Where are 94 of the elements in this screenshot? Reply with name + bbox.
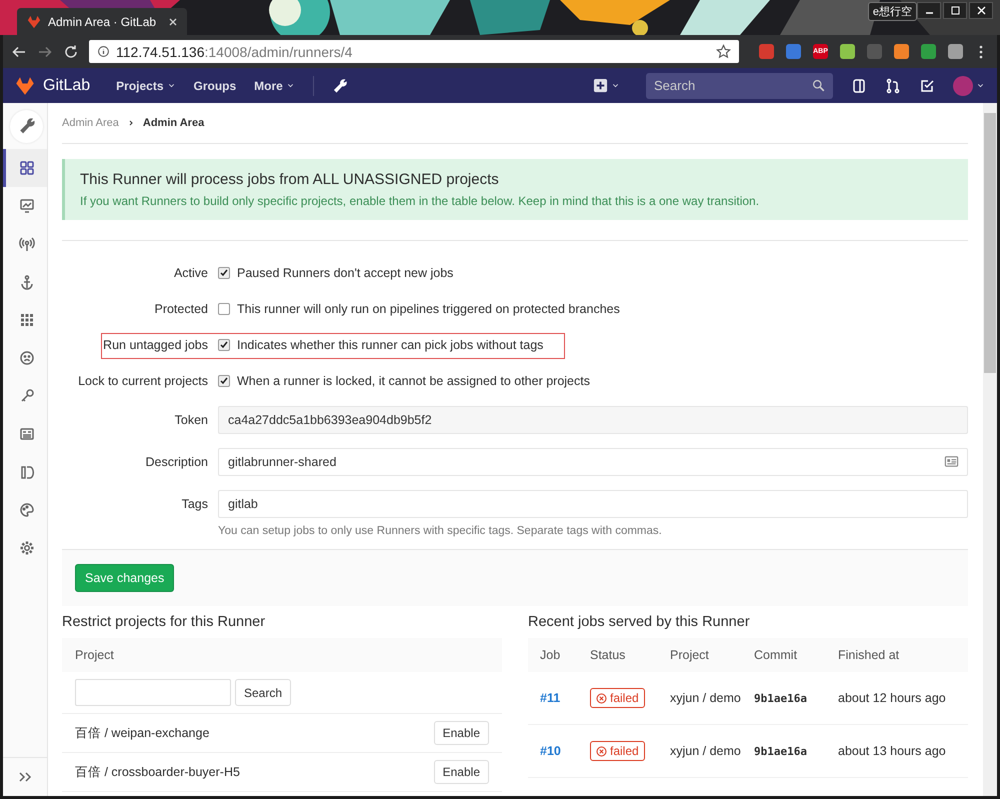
table-cell-text: xyjun / demo <box>669 744 742 758</box>
search-field[interactable]: Search <box>646 72 833 98</box>
setting-description: Indicates whether this runner can pick jobs without tags <box>237 338 544 352</box>
alert-title: This Runner will process jobs from ALL UNASSIGNED projects <box>80 171 500 188</box>
extension-icon[interactable] <box>921 44 936 59</box>
extension-icon[interactable] <box>786 44 801 59</box>
nav-link[interactable]: Projects <box>116 78 176 92</box>
merge-request-icon[interactable] <box>885 78 901 94</box>
info-icon[interactable] <box>97 45 110 58</box>
column-header: Commit <box>753 648 798 662</box>
enable-button[interactable]: Enable <box>434 760 489 784</box>
nav-link[interactable]: More <box>254 78 295 92</box>
avatar <box>953 76 973 96</box>
extension-icon[interactable] <box>948 44 963 59</box>
chevron-icon[interactable] <box>126 119 135 127</box>
checkbox[interactable] <box>218 267 230 279</box>
id-card-icon[interactable] <box>944 454 959 469</box>
setting-label: Run untagged jobs <box>103 338 208 352</box>
maximize-icon[interactable] <box>943 2 967 19</box>
cross-circle-icon[interactable] <box>596 746 607 756</box>
commit-hash: 9b1ae16a <box>753 744 808 758</box>
new-menu[interactable] <box>593 78 620 93</box>
monitor-icon[interactable] <box>18 198 34 214</box>
text-field[interactable]: gitlab <box>218 490 968 518</box>
column-header: Project <box>75 648 114 662</box>
search-icon[interactable] <box>812 78 825 92</box>
sad-face-icon[interactable] <box>18 350 34 366</box>
text-field[interactable]: ca4a27ddc5a1bb6393ea904db9b5f2 <box>218 406 968 434</box>
reload-icon[interactable] <box>63 44 79 60</box>
browser-tab[interactable]: Admin Area · GitLab <box>17 8 187 35</box>
extension-icon[interactable] <box>759 44 774 59</box>
sidebar-item[interactable] <box>3 149 47 187</box>
card-icon[interactable] <box>18 426 34 442</box>
antenna-icon[interactable] <box>18 236 34 252</box>
column-header: Project <box>669 648 710 662</box>
section-title: Recent jobs served by this Runner <box>528 614 751 630</box>
checkbox[interactable] <box>218 375 230 387</box>
field-label: Tags <box>180 496 208 513</box>
breadcrumb[interactable]: Admin Area <box>62 117 119 129</box>
extension-icon[interactable] <box>894 44 909 59</box>
job-link[interactable]: #10 <box>528 744 578 758</box>
table-cell-text: about 12 hours ago <box>837 691 947 705</box>
gear-icon[interactable] <box>18 540 34 556</box>
setting-label: Lock to current projects <box>78 374 208 388</box>
address-bar[interactable]: 112.74.51.136:14008/admin/runners/4 <box>89 40 739 63</box>
key-icon[interactable] <box>18 388 34 404</box>
table-cell-text: about 13 hours ago <box>837 744 947 758</box>
status-badge[interactable]: failed <box>590 741 645 761</box>
cross-circle-icon[interactable] <box>596 692 607 704</box>
star-icon[interactable] <box>716 44 731 59</box>
help-text: You can setup jobs to only use Runners with specific tags. Separate tags with commas. <box>218 525 663 537</box>
todo-check-icon[interactable] <box>919 78 935 94</box>
wrench-icon[interactable] <box>18 117 36 135</box>
fox-icon[interactable] <box>27 14 41 28</box>
plus-square-icon[interactable] <box>593 78 608 93</box>
desktop-label: e想行空 <box>868 2 917 21</box>
setting-description: Paused Runners don't accept new jobs <box>237 266 454 280</box>
text-field[interactable]: gitlabrunner-shared <box>218 448 968 476</box>
setting-description: When a runner is locked, it cannot be assigned to other projects <box>237 374 590 388</box>
column-header: Status <box>589 648 626 662</box>
wrench-icon[interactable] <box>332 78 348 94</box>
field-label: Token <box>174 412 208 429</box>
scrollbar[interactable] <box>983 103 997 796</box>
close-icon[interactable] <box>969 2 993 19</box>
breadcrumb[interactable]: Admin Area <box>142 117 204 129</box>
setting-label: Active <box>174 266 208 280</box>
sidebar-toggle-icon[interactable] <box>851 78 867 94</box>
fox-icon[interactable] <box>15 76 35 96</box>
field-label: Description <box>144 454 208 471</box>
search-button[interactable]: Search <box>235 679 292 706</box>
job-link[interactable]: #11 <box>528 691 578 705</box>
checkbox[interactable] <box>218 339 230 351</box>
search-field[interactable] <box>75 679 231 706</box>
column-header: Finished at <box>837 648 900 662</box>
alert-text: If you want Runners to build only specific projects, enable them in the table below. Keep in mind that this is a one way transition. <box>80 194 760 208</box>
table-cell-text: xyjun / demo <box>669 691 742 705</box>
brand-logo[interactable]: GitLab <box>15 76 90 96</box>
palette-icon[interactable] <box>18 502 34 518</box>
anchor-icon[interactable] <box>18 274 34 290</box>
grid-icon[interactable] <box>18 160 34 176</box>
enable-button[interactable]: Enable <box>434 721 489 745</box>
commit-hash: 9b1ae16a <box>753 692 808 704</box>
status-badge[interactable]: failed <box>590 688 645 708</box>
apps-icon[interactable] <box>18 312 34 328</box>
minimize-icon[interactable] <box>917 2 941 19</box>
project-name: 百倍 / crossboarder-buyer-H5 <box>75 764 240 780</box>
checkbox[interactable] <box>218 303 230 315</box>
setting-description: This runner will only run on pipelines triggered on protected branches <box>237 302 620 316</box>
nav-link[interactable]: Groups <box>194 78 236 92</box>
setting-label: Protected <box>154 302 208 316</box>
section-title: Restrict projects for this Runner <box>62 614 266 630</box>
extension-icon[interactable] <box>840 44 855 59</box>
column-header: Job <box>539 648 562 662</box>
project-name: 百倍 / weipan-exchange <box>75 724 210 742</box>
